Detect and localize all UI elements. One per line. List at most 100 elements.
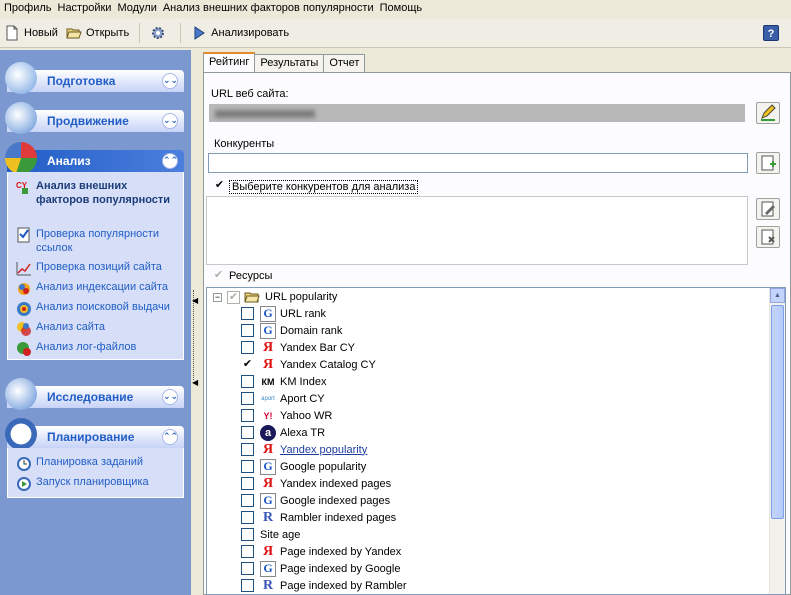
tree-item[interactable]: G Google indexed pages <box>241 492 390 509</box>
sidebar-item-label: Проверка позиций сайта <box>36 261 162 273</box>
tree-item[interactable]: aport Aport CY <box>241 390 325 407</box>
menu-profile[interactable]: Профиль <box>4 2 52 14</box>
chevron-up-icon[interactable]: ⌃⌃ <box>162 429 178 445</box>
preparation-icon <box>5 62 37 94</box>
tree-item[interactable]: Я Yandex indexed pages <box>241 475 391 492</box>
edit-competitor-button[interactable] <box>756 198 780 220</box>
analyze-button-label: Анализировать <box>211 26 290 39</box>
scroll-up-arrow-icon[interactable]: ▲ <box>770 288 785 303</box>
tree-item[interactable]: Site age <box>241 526 300 543</box>
chevron-up-icon[interactable]: ⌃⌃ <box>162 153 178 169</box>
menu-settings[interactable]: Настройки <box>58 2 112 14</box>
item-checkbox[interactable] <box>241 307 254 320</box>
edit-url-button[interactable] <box>756 102 780 124</box>
select-competitors-label: Выберите конкурентов для анализа <box>229 180 419 194</box>
sidebar-item-run-scheduler[interactable]: Запуск планировщика <box>16 476 149 492</box>
tree-item[interactable]: Я Yandex Bar CY <box>241 339 355 356</box>
tree-item[interactable]: R Rambler indexed pages <box>241 509 396 526</box>
sidebar-group-preparation[interactable]: Подготовка ⌄⌄ <box>5 62 184 94</box>
settings-button[interactable] <box>146 21 174 45</box>
item-checkbox[interactable] <box>241 443 254 456</box>
item-checkbox[interactable] <box>241 426 254 439</box>
sidebar-item-task-scheduling[interactable]: Планировка заданий <box>16 456 143 472</box>
tab-rating[interactable]: Рейтинг <box>203 52 256 72</box>
analyze-button[interactable]: Анализировать <box>187 21 293 45</box>
chevron-down-icon[interactable]: ⌄⌄ <box>162 389 178 405</box>
sidebar-item-log-files[interactable]: Анализ лог-файлов <box>16 341 136 357</box>
tab-report[interactable]: Отчет <box>323 54 366 72</box>
tree-item[interactable]: Y! Yahoo WR <box>241 407 332 424</box>
item-checkbox[interactable] <box>241 528 254 541</box>
item-checkbox[interactable] <box>241 409 254 422</box>
tree-item-label: Google indexed pages <box>280 494 391 507</box>
sidebar-group-analysis[interactable]: Анализ ⌃⌃ <box>5 142 184 174</box>
help-icon[interactable]: ? <box>763 25 779 41</box>
menu-help[interactable]: Помощь <box>380 2 423 14</box>
sidebar-item-serp[interactable]: Анализ поисковой выдачи <box>16 301 170 317</box>
tree-root-label: URL popularity <box>265 291 338 303</box>
sidebar-group-planning[interactable]: Планирование ⌃⌃ <box>5 418 184 450</box>
item-checkbox[interactable] <box>241 545 254 558</box>
tree-scrollbar[interactable]: ▲ <box>769 288 785 594</box>
menu-modules[interactable]: Модули <box>117 2 156 14</box>
schedule-icon <box>16 456 32 472</box>
url-field[interactable] <box>209 104 745 122</box>
tree-item[interactable]: G Domain rank <box>241 322 342 339</box>
tree-item[interactable]: Я Yandex popularity <box>241 441 367 458</box>
add-competitor-button[interactable] <box>756 152 780 174</box>
chevron-down-icon[interactable]: ⌄⌄ <box>162 73 178 89</box>
item-checkbox[interactable] <box>241 341 254 354</box>
tree-item[interactable]: G Page indexed by Google <box>241 560 400 577</box>
collapse-arrow-icon[interactable]: ◀ <box>192 378 198 387</box>
sidebar-item-site-analysis[interactable]: Анализ сайта <box>16 321 105 337</box>
item-checkbox[interactable] <box>241 477 254 490</box>
tree-item-label: Yahoo WR <box>280 409 333 422</box>
link-check-icon <box>16 227 32 243</box>
tree-item[interactable]: G Google popularity <box>241 458 366 475</box>
tree-item-label: Yandex popularity <box>280 443 368 456</box>
item-checkbox[interactable]: ✔ <box>241 358 254 371</box>
new-button[interactable]: Новый <box>0 21 62 45</box>
item-checkbox[interactable] <box>241 392 254 405</box>
sidebar-item-indexing[interactable]: Анализ индексации сайта <box>16 281 168 297</box>
tree-item[interactable]: a Alexa TR <box>241 424 325 441</box>
item-checkbox[interactable] <box>241 579 254 592</box>
collapse-arrow-icon[interactable]: ◀ <box>192 296 198 305</box>
resources-checkbox[interactable]: ✔ <box>212 270 225 283</box>
tree-item[interactable]: R Page indexed by Rambler <box>241 577 407 594</box>
tree-item[interactable]: G URL rank <box>241 305 326 322</box>
log-files-icon <box>16 341 32 357</box>
item-checkbox[interactable] <box>241 562 254 575</box>
sidebar-group-title: Планирование <box>47 430 135 444</box>
item-checkbox[interactable] <box>241 375 254 388</box>
item-checkbox[interactable] <box>241 511 254 524</box>
delete-competitor-button[interactable] <box>756 226 780 248</box>
select-competitors-checkbox[interactable]: ✔ <box>213 180 226 193</box>
menu-analysis[interactable]: Анализ внешних факторов популярности <box>163 2 374 14</box>
tree-item[interactable]: ✔ Я Yandex Catalog CY <box>241 356 376 373</box>
promotion-icon <box>5 102 37 134</box>
competitors-list[interactable] <box>206 196 748 265</box>
sidebar-group-research[interactable]: Исследование ⌄⌄ <box>5 378 184 410</box>
cy-icon: CY <box>16 179 32 195</box>
yandex-icon: Я <box>262 543 274 559</box>
open-button[interactable]: Открыть <box>62 21 133 45</box>
sidebar-item-link-popularity[interactable]: Проверка популярности ссылок <box>16 227 176 255</box>
tab-results[interactable]: Результаты <box>254 54 325 72</box>
item-checkbox[interactable] <box>241 324 254 337</box>
tree-item[interactable]: Я Page indexed by Yandex <box>241 543 401 560</box>
scroll-thumb[interactable] <box>771 305 784 519</box>
competitors-input[interactable] <box>208 153 748 173</box>
km-icon: КМ <box>261 376 275 387</box>
item-checkbox[interactable] <box>241 460 254 473</box>
root-checkbox[interactable]: ✔ <box>227 291 240 304</box>
item-checkbox[interactable] <box>241 494 254 507</box>
sidebar-item-site-positions[interactable]: Проверка позиций сайта <box>16 261 162 277</box>
sidebar-group-title: Продвижение <box>47 114 129 128</box>
sidebar-item-external-factors[interactable]: CY Анализ внешних факторов популярности <box>16 179 176 207</box>
sidebar-group-promotion[interactable]: Продвижение ⌄⌄ <box>5 102 184 134</box>
resources-tree[interactable]: − ✔ URL popularity G URL rank G Domain ran… <box>206 287 786 595</box>
tree-item[interactable]: КМ KM Index <box>241 373 326 390</box>
chevron-down-icon[interactable]: ⌄⌄ <box>162 113 178 129</box>
collapse-icon[interactable]: − <box>213 293 222 302</box>
